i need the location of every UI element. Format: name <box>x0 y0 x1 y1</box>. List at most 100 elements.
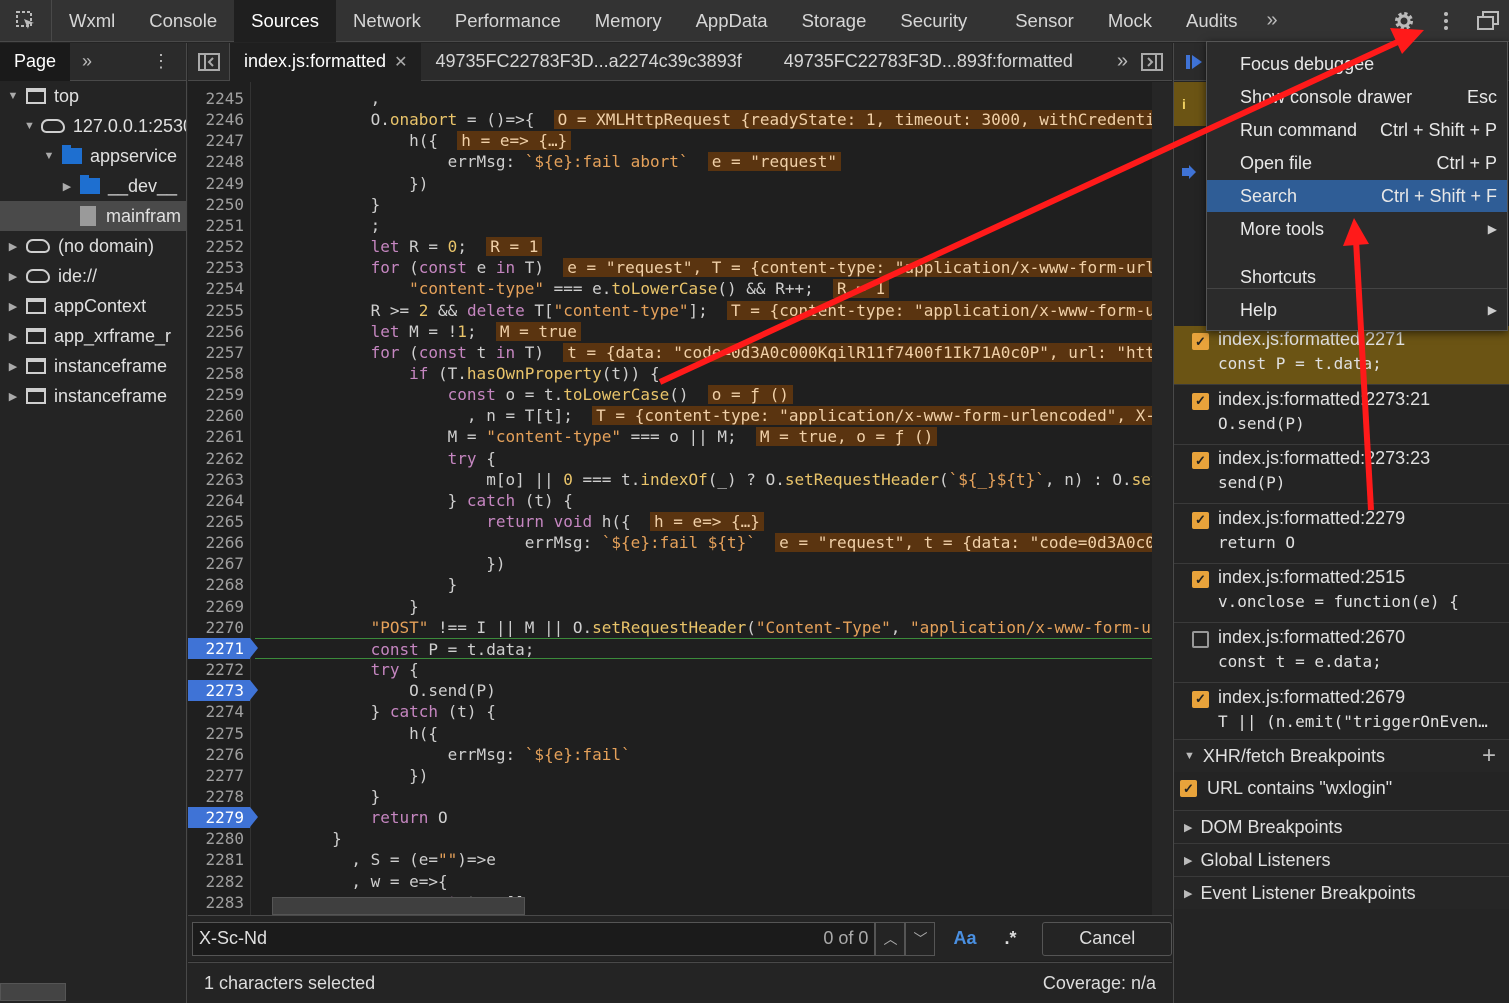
breakpoint-line-number[interactable]: 2271 <box>188 637 258 659</box>
expanded-triangle-icon[interactable]: ▼ <box>24 120 35 132</box>
line-number[interactable]: 2257 <box>188 342 250 363</box>
toggle-navigator-icon[interactable] <box>188 42 230 81</box>
menu-item-help[interactable]: Help ▶ <box>1207 294 1507 326</box>
breakpoint-checkbox[interactable]: ✓ <box>1192 452 1209 470</box>
add-xhr-breakpoint-icon[interactable]: + <box>1482 742 1496 770</box>
line-number[interactable]: 2275 <box>188 723 250 744</box>
tab-sensor[interactable]: Sensor <box>998 0 1091 42</box>
line-number[interactable]: 2245 <box>188 88 250 109</box>
code-horizontal-scrollbar[interactable] <box>272 897 525 915</box>
code-line[interactable]: } catch (t) { <box>255 701 496 722</box>
line-number[interactable]: 2264 <box>188 490 250 511</box>
code-line[interactable]: h({ h = e=> {…} <box>255 130 572 151</box>
navigator-scrollbar[interactable] <box>0 983 66 1001</box>
collapsed-triangle-icon[interactable]: ▶ <box>6 300 20 313</box>
breakpoint-checkbox[interactable]: ✓ <box>1192 690 1209 708</box>
breakpoint-checkbox[interactable]: ✓ <box>1192 392 1209 410</box>
expanded-triangle-icon[interactable]: ▼ <box>42 150 56 162</box>
line-number[interactable]: 2282 <box>188 871 250 892</box>
tree-item[interactable]: ▶ (no domain) <box>0 231 186 261</box>
undock-icon[interactable] <box>1467 0 1509 42</box>
breakpoint-item[interactable]: ✓ index.js:formatted:2273:21 O.send(P) <box>1174 386 1509 445</box>
code-line[interactable]: h({ <box>255 723 438 744</box>
line-number[interactable]: 2261 <box>188 426 250 447</box>
tab-security[interactable]: Security <box>883 0 984 42</box>
line-number[interactable]: 2262 <box>188 448 250 469</box>
code-line[interactable]: , w = e=>{ <box>255 871 447 892</box>
tab-storage[interactable]: Storage <box>785 0 884 42</box>
line-number[interactable]: 2263 <box>188 469 250 490</box>
code-line[interactable]: ; <box>255 215 381 236</box>
tab-memory[interactable]: Memory <box>578 0 679 42</box>
breakpoint-checkbox[interactable] <box>1192 631 1209 648</box>
collapsed-triangle-icon[interactable]: ▶ <box>6 390 20 403</box>
code-line[interactable]: for (const t in T) t = {data: "code=0d3A… <box>255 342 1152 363</box>
tree-item[interactable]: ▶ instanceframe <box>0 351 186 381</box>
more-tabs-chevron-icon[interactable]: » <box>1254 9 1289 32</box>
line-number[interactable]: 2281 <box>188 849 250 870</box>
search-input[interactable]: X-Sc-Nd 0 of 0 <box>192 921 876 956</box>
previous-match-icon[interactable]: ︿ <box>875 921 906 956</box>
collapsed-triangle-icon[interactable]: ▶ <box>60 180 74 193</box>
code-view[interactable]: 2245 , 2246 O.onabort = ()=>{ O = XMLHttp… <box>188 82 1152 922</box>
tree-item[interactable]: ▼ top <box>0 81 186 111</box>
code-line[interactable]: , n = T[t]; T = {content-type: "applicat… <box>255 405 1152 426</box>
code-line[interactable]: } <box>255 596 419 617</box>
line-number[interactable]: 2276 <box>188 744 250 765</box>
line-number[interactable]: 2265 <box>188 511 250 532</box>
code-line[interactable]: for (const e in T) e = "request", T = {c… <box>255 257 1152 278</box>
tree-item[interactable]: ▶ appContext <box>0 291 186 321</box>
line-number[interactable]: 2283 <box>188 892 250 913</box>
line-number[interactable]: 2278 <box>188 786 250 807</box>
menu-item-focus-debuggee[interactable]: Focus debuggee <box>1207 48 1507 80</box>
code-line[interactable]: "content-type" === e.toLowerCase() && R+… <box>255 278 890 299</box>
code-line[interactable]: M = "content-type" === o || M; M = true,… <box>255 426 938 447</box>
code-line[interactable]: , <box>255 88 381 109</box>
tab-appdata[interactable]: AppData <box>679 0 785 42</box>
sidebar-section-header[interactable]: ▶ DOM Breakpoints <box>1174 810 1509 843</box>
line-number[interactable]: 2258 <box>188 363 250 384</box>
tab-mock[interactable]: Mock <box>1091 0 1169 42</box>
file-tab[interactable]: 49735FC22783F3D...893f:formatted <box>770 43 1087 81</box>
line-number[interactable]: 2259 <box>188 384 250 405</box>
toggle-debugger-icon[interactable] <box>1132 43 1172 81</box>
breakpoint-item[interactable]: ✓ index.js:formatted:2271 const P = t.data… <box>1174 326 1509 385</box>
expanded-triangle-icon[interactable]: ▼ <box>6 90 20 102</box>
line-number[interactable]: 2253 <box>188 257 250 278</box>
line-number[interactable]: 2268 <box>188 574 250 595</box>
code-line[interactable]: const P = t.data; <box>255 637 1152 659</box>
code-line[interactable]: try { <box>255 448 496 469</box>
code-line[interactable]: } <box>255 828 342 849</box>
line-number[interactable]: 2254 <box>188 278 250 299</box>
code-line[interactable]: }) <box>255 553 505 574</box>
menu-item-open-file[interactable]: Open file Ctrl + P <box>1207 147 1507 179</box>
code-line[interactable]: }) <box>255 765 428 786</box>
collapsed-triangle-icon[interactable]: ▶ <box>6 360 20 373</box>
xhr-breakpoints-header[interactable]: ▼ XHR/fetch Breakpoints + <box>1174 739 1509 772</box>
file-tab[interactable]: index.js:formatted ✕ <box>230 42 422 81</box>
sidebar-section-header[interactable]: ▶ Event Listener Breakpoints <box>1174 876 1509 909</box>
code-vertical-scrollbar[interactable] <box>1152 82 1172 922</box>
line-number[interactable]: 2274 <box>188 701 250 722</box>
code-line[interactable]: if (T.hasOwnProperty(t)) { <box>255 363 659 384</box>
code-line[interactable]: }) <box>255 173 428 194</box>
line-number[interactable]: 2255 <box>188 300 250 321</box>
tab-audits[interactable]: Audits <box>1169 0 1254 42</box>
resume-icon[interactable] <box>1186 53 1204 71</box>
menu-item-more-tools[interactable]: More tools ▶ <box>1207 213 1507 245</box>
tree-item[interactable]: ▶ ide:// <box>0 261 186 291</box>
code-line[interactable]: } <box>255 194 381 215</box>
tab-wxml[interactable]: Wxml <box>52 0 132 42</box>
breakpoint-item[interactable]: ✓ index.js:formatted:2679 T || (n.emit("tr… <box>1174 684 1509 743</box>
line-number[interactable]: 2269 <box>188 596 250 617</box>
code-line[interactable]: errMsg: `${e}:fail` <box>255 744 631 765</box>
line-number[interactable]: 2249 <box>188 173 250 194</box>
tree-item[interactable]: ▶ instanceframe <box>0 381 186 411</box>
menu-item-show-console-drawer[interactable]: Show console drawer Esc <box>1207 81 1507 113</box>
code-line[interactable]: let M = !1; M = true <box>255 321 581 342</box>
settings-gear-icon[interactable] <box>1383 0 1425 42</box>
breakpoint-checkbox[interactable]: ✓ <box>1192 571 1209 589</box>
customize-kebab-icon[interactable] <box>1425 0 1467 42</box>
line-number[interactable]: 2247 <box>188 130 250 151</box>
code-line[interactable]: O.onabort = ()=>{ O = XMLHttpRequest {re… <box>255 109 1152 130</box>
